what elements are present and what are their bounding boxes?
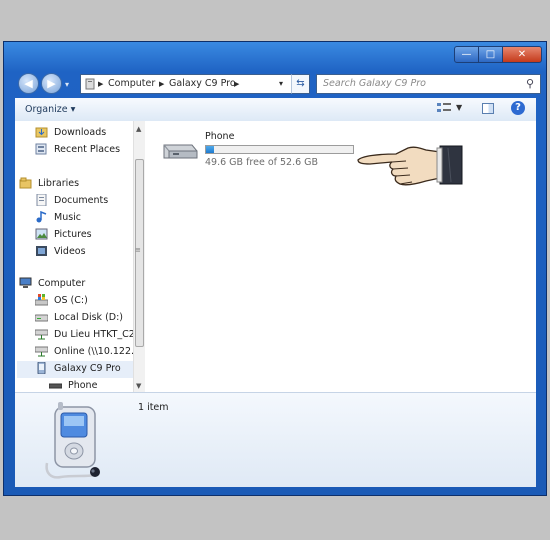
windows-drive-icon [34,294,49,306]
network-drive-icon [34,345,49,357]
phone-device-icon [35,361,48,375]
maximize-button[interactable]: □ [478,46,503,63]
breadcrumb-separator[interactable]: ▶ [234,80,239,88]
navigation-pane: Downloads Recent Places Libraries Docume… [15,121,145,392]
downloads-folder-icon [35,126,48,138]
sidebar-item-label: Online (\\10.122.1 [54,346,141,357]
preview-pane-icon[interactable] [482,103,494,114]
search-input[interactable]: Search Galaxy C9 Pro ⚲ [316,74,541,94]
address-bar[interactable]: ▶ Computer ▶ Galaxy C9 Pro ▶ ▾ [80,74,310,94]
sidebar-item-label: Galaxy C9 Pro [54,363,121,374]
address-dropdown-icon[interactable]: ▾ [279,79,283,88]
breadcrumb-separator[interactable]: ▶ [98,80,103,88]
sidebar-item-label: Computer [38,278,86,289]
sidebar-item-label: OS (C:) [54,295,88,306]
refresh-button[interactable]: ⇆ [291,74,310,94]
network-drive-icon [34,328,49,340]
documents-icon [35,193,48,207]
media-player-device-icon [41,399,116,486]
sidebar-item-label: Du Lieu HTKT_C2 [54,329,135,340]
details-pane: 1 item [15,392,536,487]
sidebar-item-label: Recent Places [54,144,121,155]
search-placeholder: Search Galaxy C9 Pro [323,78,426,89]
back-button[interactable]: ◀ [18,73,39,94]
sidebar-item-galaxy-c9-pro[interactable]: Galaxy C9 Pro [17,361,133,378]
sidebar-item-label: Phone [68,380,98,391]
phone-storage-icon [48,379,63,391]
removable-drive-icon [160,139,200,166]
pointing-hand-icon [356,134,466,193]
command-bar: Organize ▾ ▼ ? [15,98,536,122]
main-area: Downloads Recent Places Libraries Docume… [15,121,536,392]
scroll-down-icon[interactable]: ▼ [136,382,141,390]
file-list-pane: Phone 49.6 GB free of 52.6 GB [146,121,536,392]
navigation-scrollbar[interactable]: ▲ ≡ ▼ [133,121,145,392]
computer-icon [19,277,32,289]
libraries-icon [19,177,32,189]
forward-button[interactable]: ▶ [41,73,62,94]
views-dropdown-icon[interactable]: ▼ [456,103,462,112]
sidebar-item-label: Local Disk (D:) [54,312,123,323]
music-icon [35,210,48,223]
sidebar-item-label: Documents [54,195,109,206]
minimize-button[interactable]: — [454,46,479,63]
recent-pages-dropdown[interactable]: ▾ [65,80,69,89]
drive-usage-bar [205,145,354,154]
close-button[interactable]: ✕ [502,46,542,63]
sidebar-item-label: Libraries [38,178,80,189]
drive-name[interactable]: Phone [205,131,234,142]
breadcrumb-computer[interactable]: Computer [108,78,155,89]
scrollbar-grip-icon: ≡ [135,246,141,254]
help-button[interactable]: ? [511,101,525,115]
computer-location-icon [85,78,95,93]
change-view-icon[interactable] [437,102,451,114]
scroll-up-icon[interactable]: ▲ [136,125,141,133]
search-icon[interactable]: ⚲ [526,77,534,90]
pictures-icon [35,228,48,240]
disk-drive-icon [34,311,49,323]
breadcrumb-separator[interactable]: ▶ [159,80,164,88]
sidebar-item-label: Downloads [54,127,107,138]
explorer-window: — □ ✕ ◀ ▶ ▾ ▶ Computer ▶ Galaxy C9 Pro ▶… [3,41,547,496]
organize-button[interactable]: Organize ▾ [25,104,75,115]
breadcrumb-galaxy-c9-pro[interactable]: Galaxy C9 Pro [169,78,236,89]
sidebar-item-label: Videos [54,246,86,257]
drive-free-space: 49.6 GB free of 52.6 GB [205,157,319,168]
videos-icon [35,245,48,257]
item-count: 1 item [138,402,169,413]
drive-usage-fill [206,146,214,153]
recent-places-icon [35,143,48,155]
sidebar-item-label: Pictures [54,229,92,240]
sidebar-item-label: Music [54,212,82,223]
